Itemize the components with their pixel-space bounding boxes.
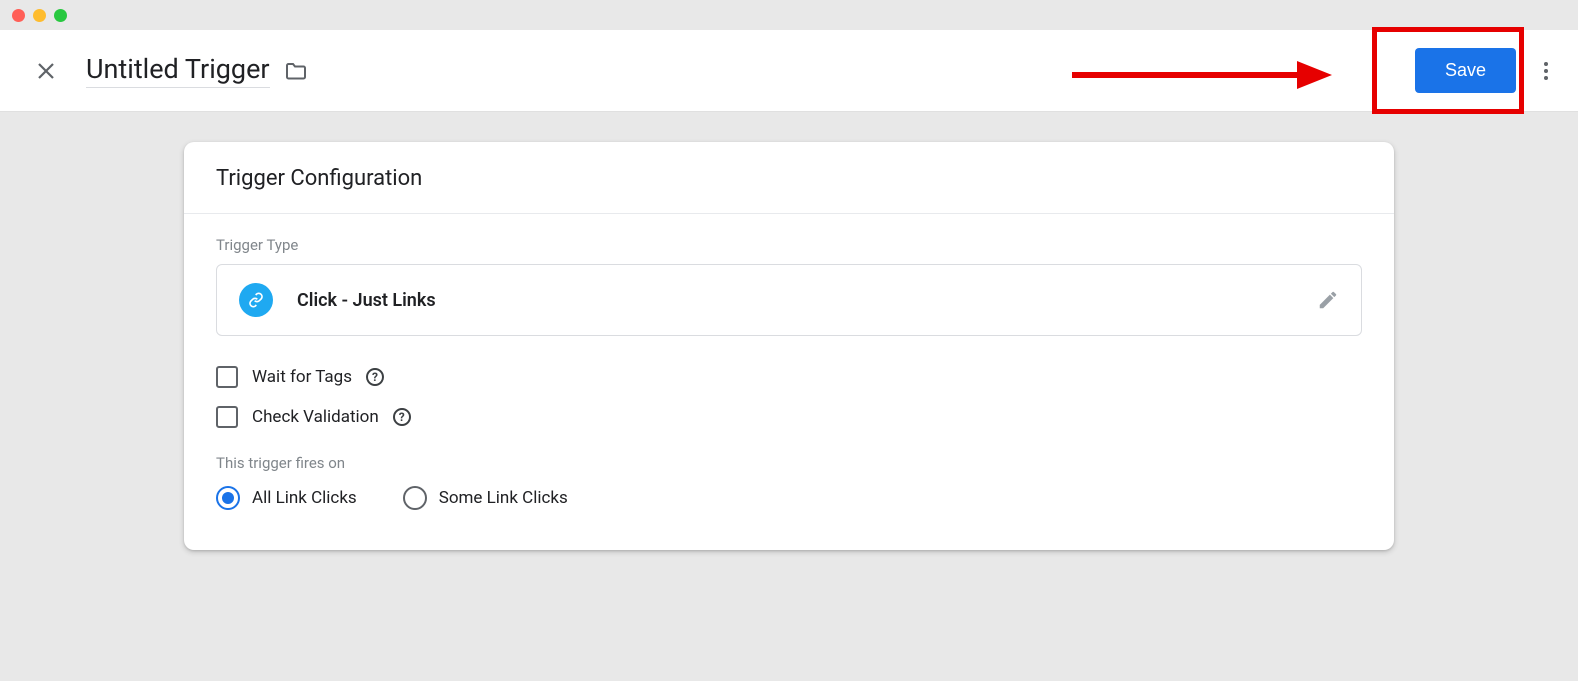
trigger-config-card: Trigger Configuration Trigger Type Click… [184, 142, 1394, 550]
more-vert-icon[interactable] [1534, 59, 1558, 83]
radio-label: All Link Clicks [252, 488, 357, 508]
radio-all-link-clicks[interactable]: All Link Clicks [216, 486, 357, 510]
help-icon[interactable]: ? [393, 408, 411, 426]
radio-some-link-clicks[interactable]: Some Link Clicks [403, 486, 568, 510]
wait-for-tags-label: Wait for Tags [252, 367, 352, 387]
trigger-type-selector[interactable]: Click - Just Links [216, 264, 1362, 336]
radio-unselected-icon [403, 486, 427, 510]
save-button[interactable]: Save [1415, 48, 1516, 93]
window-close-traffic-light[interactable] [12, 9, 25, 22]
radio-selected-icon [216, 486, 240, 510]
card-title: Trigger Configuration [184, 142, 1394, 214]
link-icon [239, 283, 273, 317]
check-validation-label: Check Validation [252, 407, 379, 427]
fires-on-radio-group: All Link Clicks Some Link Clicks [216, 486, 1362, 510]
folder-icon[interactable] [284, 59, 308, 83]
trigger-type-label: Trigger Type [216, 236, 1362, 254]
window-zoom-traffic-light[interactable] [54, 9, 67, 22]
trigger-name-input[interactable]: Untitled Trigger [86, 53, 270, 88]
check-validation-row: Check Validation ? [216, 406, 1362, 428]
close-icon[interactable] [34, 59, 58, 83]
check-validation-checkbox[interactable] [216, 406, 238, 428]
content-area: Trigger Configuration Trigger Type Click… [0, 112, 1578, 550]
wait-for-tags-checkbox[interactable] [216, 366, 238, 388]
fires-on-label: This trigger fires on [216, 454, 1362, 472]
radio-label: Some Link Clicks [439, 488, 568, 508]
trigger-type-value: Click - Just Links [297, 290, 1293, 311]
wait-for-tags-row: Wait for Tags ? [216, 366, 1362, 388]
macos-titlebar [0, 0, 1578, 30]
help-icon[interactable]: ? [366, 368, 384, 386]
title-area: Untitled Trigger [86, 53, 308, 88]
edit-icon[interactable] [1317, 289, 1339, 311]
page-header: Untitled Trigger Save [0, 30, 1578, 112]
window-minimize-traffic-light[interactable] [33, 9, 46, 22]
